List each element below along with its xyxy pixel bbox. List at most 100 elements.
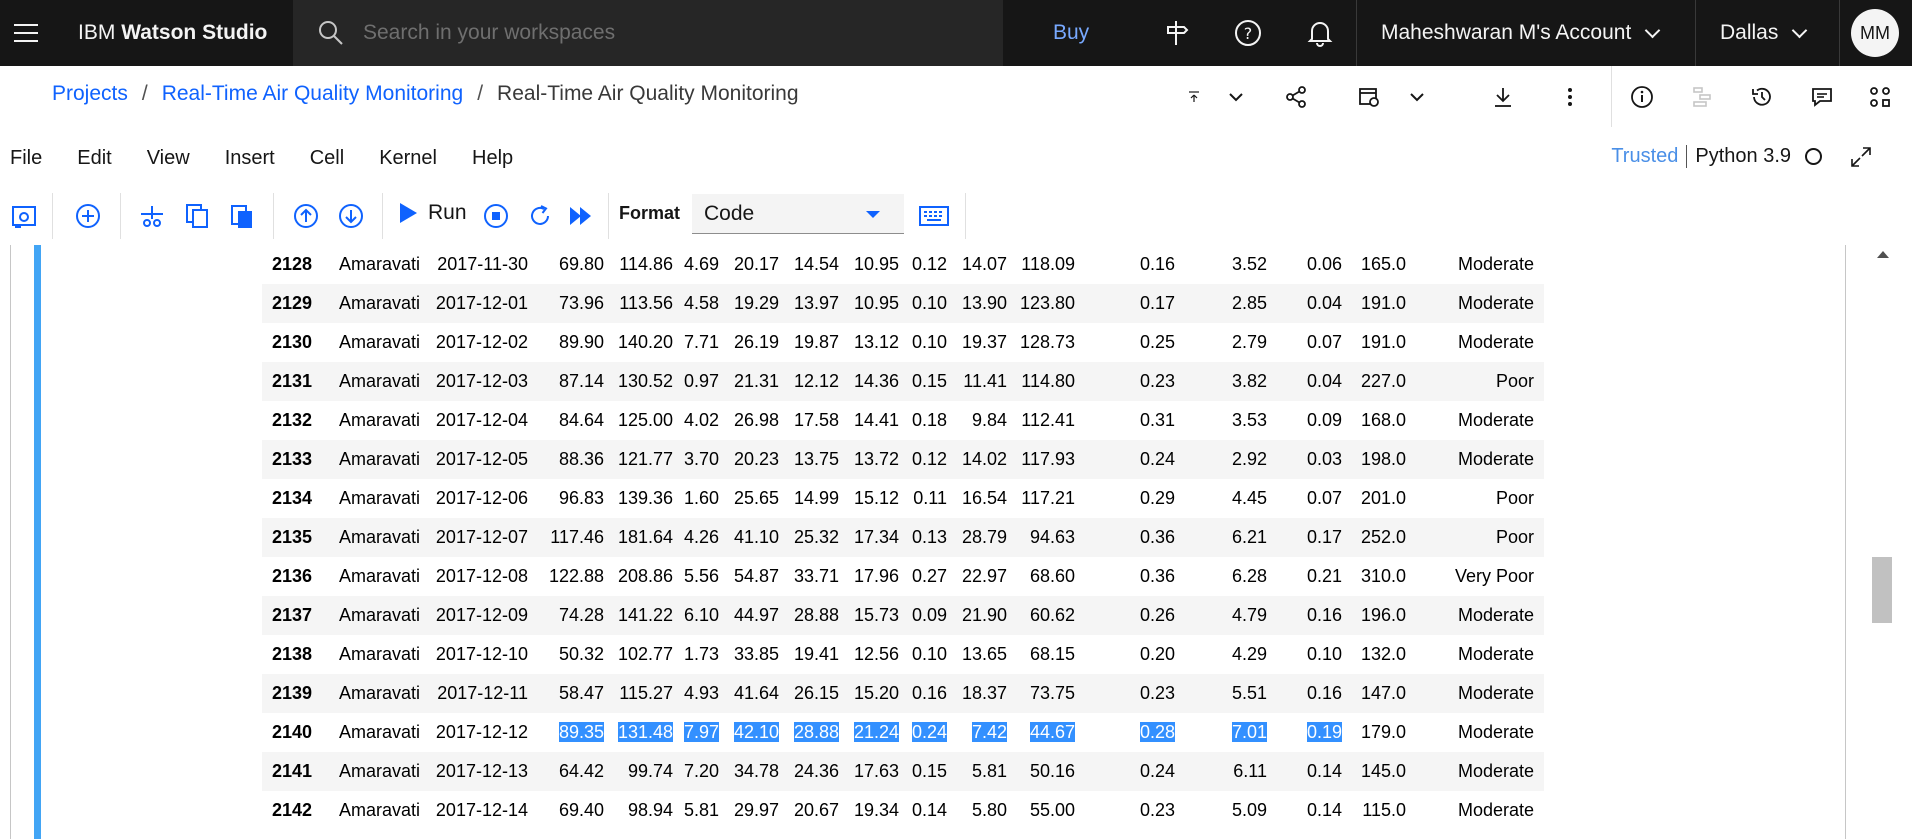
table-cell: 73.96 (528, 284, 604, 323)
restart-icon[interactable] (524, 199, 556, 233)
chevron-down-icon (1792, 22, 1808, 38)
menu-file[interactable]: File (10, 147, 42, 170)
table-cell: 19.29 (719, 284, 779, 323)
table-cell: 181.64 (604, 518, 673, 557)
table-cell: Moderate (1406, 752, 1544, 791)
schedule-job-icon[interactable] (1353, 81, 1385, 113)
menu-insert[interactable]: Insert (225, 147, 275, 170)
signpost-icon[interactable] (1160, 17, 1192, 49)
table-cell: 4.79 (1175, 596, 1267, 635)
notification-icon[interactable] (1304, 17, 1336, 49)
comments-icon[interactable] (1806, 81, 1838, 113)
breadcrumb-project[interactable]: Real-Time Air Quality Monitoring (162, 82, 464, 105)
add-cell-icon[interactable] (72, 199, 104, 233)
scroll-thumb[interactable] (1872, 557, 1892, 623)
table-cell: 16.54 (961, 488, 1007, 508)
table-cell: 2017-12-10 (435, 644, 528, 664)
keyboard-icon[interactable] (918, 199, 950, 233)
product-name[interactable]: IBM Watson Studio (52, 21, 293, 45)
menu-view[interactable]: View (147, 147, 190, 170)
menu-cell[interactable]: Cell (310, 147, 344, 170)
kernel-name[interactable]: Python 3.9 (1687, 145, 1791, 168)
play-icon (400, 203, 417, 223)
chevron-down-icon[interactable] (1401, 81, 1433, 113)
menu-kernel[interactable]: Kernel (379, 147, 437, 170)
table-cell: 112.41 (1021, 410, 1075, 430)
version-history-icon[interactable] (1746, 81, 1778, 113)
breadcrumb-projects[interactable]: Projects (52, 82, 128, 105)
move-down-icon[interactable] (335, 199, 367, 233)
copy-icon[interactable] (181, 199, 213, 233)
cell-format-select[interactable]: Code (692, 194, 904, 234)
chevron-down-icon[interactable] (1220, 81, 1252, 113)
table-cell: Moderate (1457, 800, 1534, 820)
move-up-icon[interactable] (290, 199, 322, 233)
table-cell: Moderate (1457, 644, 1534, 664)
table-cell: 6.21 (1175, 518, 1267, 557)
information-icon[interactable] (1626, 81, 1658, 113)
account-switcher[interactable]: Maheshwaran M's Account (1356, 0, 1694, 66)
run-button[interactable]: Run (398, 201, 467, 225)
table-cell: 0.20 (1139, 644, 1175, 664)
table-cell: Amaravati (338, 488, 420, 508)
notebook-menubar: File Edit View Insert Cell Kernel Help T… (0, 127, 1912, 189)
search-input[interactable] (361, 20, 965, 46)
table-cell: 5.09 (1231, 800, 1267, 820)
menu-icon[interactable] (0, 0, 52, 66)
table-cell: 0.31 (1139, 410, 1175, 430)
table-cell: 2017-12-11 (420, 674, 528, 713)
region-switcher[interactable]: Dallas (1695, 0, 1840, 66)
menu-edit[interactable]: Edit (77, 147, 111, 170)
publish-icon[interactable] (1178, 81, 1210, 113)
table-cell: 198.0 (1342, 440, 1406, 479)
run-all-icon[interactable] (565, 199, 597, 233)
table-cell: 123.80 (1007, 284, 1075, 323)
run-label: Run (428, 201, 467, 224)
table-cell: 0.14 (911, 800, 947, 820)
table-cell: 0.17 (1075, 284, 1175, 323)
code-snippets-icon[interactable] (1864, 81, 1896, 113)
maximize-icon[interactable] (1850, 146, 1872, 168)
overflow-menu-icon[interactable] (1554, 81, 1586, 113)
table-cell: 2017-12-05 (420, 440, 528, 479)
vertical-scrollbar[interactable] (1871, 245, 1895, 839)
paste-icon[interactable] (226, 199, 258, 233)
avatar[interactable]: MM (1851, 9, 1899, 57)
table-cell: 17.58 (793, 410, 839, 430)
table-cell: 0.19 (1267, 713, 1342, 752)
table-cell: 141.22 (604, 596, 673, 635)
share-icon[interactable] (1280, 81, 1312, 113)
table-cell: 14.41 (853, 410, 899, 430)
help-icon[interactable]: ? (1232, 17, 1264, 49)
row-index: 2130 (271, 332, 312, 352)
region-label: Dallas (1720, 21, 1779, 44)
table-cell: 4.26 (673, 518, 719, 557)
download-icon[interactable] (1487, 81, 1519, 113)
trusted-indicator[interactable]: Trusted (1611, 145, 1688, 168)
table-cell: 252.0 (1342, 518, 1406, 557)
table-cell: 1.73 (683, 644, 719, 664)
table-cell: 122.88 (548, 566, 604, 586)
table-cell: 115.0 (1362, 800, 1406, 820)
selected-text: 0.19 (1306, 722, 1342, 742)
selected-text: 7.01 (1231, 722, 1267, 742)
table-cell: 88.36 (528, 440, 604, 479)
table-cell: 26.15 (779, 674, 839, 713)
buy-link[interactable]: Buy (1053, 0, 1089, 66)
table-cell: 5.51 (1175, 674, 1267, 713)
table-cell: 4.93 (673, 674, 719, 713)
scroll-up-arrow-icon[interactable] (1877, 251, 1889, 258)
table-cell: Amaravati (338, 254, 420, 274)
menu-help[interactable]: Help (472, 147, 513, 170)
stop-icon[interactable] (480, 199, 512, 233)
cut-icon[interactable] (136, 199, 168, 233)
table-cell: 74.28 (528, 596, 604, 635)
cell-format-value: Code (704, 201, 755, 225)
table-cell: 73.75 (1007, 674, 1075, 713)
selected-cell-indicator (34, 245, 41, 839)
table-cell: 0.16 (1139, 254, 1175, 274)
format-label: Format (619, 203, 681, 223)
search-bar[interactable] (293, 0, 1003, 66)
table-cell: 15.73 (839, 596, 899, 635)
save-checkpoint-icon[interactable] (8, 199, 40, 233)
